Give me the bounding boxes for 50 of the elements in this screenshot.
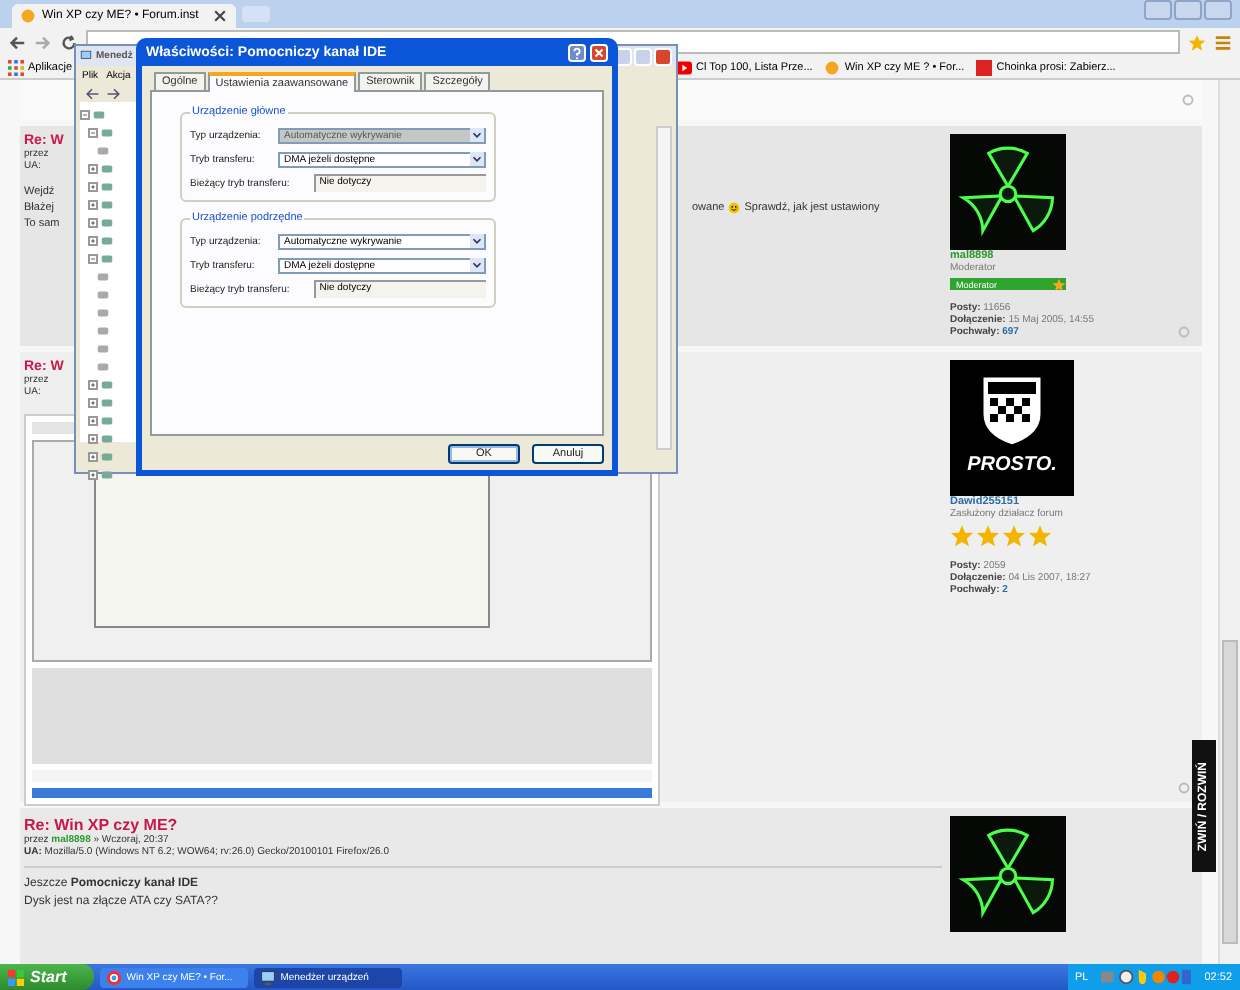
forward-icon[interactable] [106,85,122,101]
menu-icon[interactable] [1214,33,1232,51]
tree-toggle[interactable] [88,434,98,444]
tree-toggle[interactable] [88,380,98,390]
tree-toggle[interactable] [88,164,98,174]
windows-logo-icon [8,969,24,985]
tree-toggle[interactable] [80,110,90,120]
reload-icon[interactable] [60,33,78,51]
radiation-avatar-drawing [950,134,1066,250]
back-icon[interactable] [84,85,100,101]
gear-icon[interactable] [1178,782,1190,794]
sun-icon [824,59,841,75]
star-icon [976,524,1000,548]
scrollbar[interactable] [1218,80,1240,964]
tree-toggle[interactable] [88,452,98,462]
tree-toggle[interactable] [88,182,98,192]
tree-toggle[interactable] [88,416,98,426]
shield-avatar-drawing: PROSTO. [950,360,1074,496]
gear-icon[interactable] [1182,94,1194,106]
tree-toggle[interactable] [88,236,98,246]
scrollbar[interactable] [656,126,672,450]
star-icon [1002,524,1026,548]
close-icon[interactable] [212,8,228,24]
post-title[interactable]: Re: Win XP czy ME? [24,816,942,834]
back-icon[interactable] [8,33,26,51]
tree-toggle[interactable] [88,470,98,480]
tree-toggle[interactable] [88,254,98,264]
computer-icon [80,50,92,62]
caret-icon [470,258,484,272]
s-logo-icon [976,59,993,75]
computer-icon [260,969,277,985]
grid-icon [8,59,24,75]
caret-icon [470,234,484,248]
gear-icon[interactable] [1178,326,1190,338]
browser-icon [106,969,123,985]
sun-icon [20,8,36,24]
star-icon[interactable] [1188,33,1206,51]
caret-icon [470,152,484,166]
tree-toggle[interactable] [88,398,98,408]
tree-toggle[interactable] [88,218,98,228]
help-button[interactable] [568,43,586,61]
radiation-avatar-drawing [950,816,1066,932]
smiley-icon [728,202,741,214]
tray-icons-drawing [1096,968,1197,986]
star-icon [1028,524,1052,548]
maximize-button[interactable] [1174,0,1202,20]
tree-toggle[interactable] [88,200,98,210]
caret-icon [470,128,484,142]
star-icon [950,524,974,548]
tree-toggle[interactable] [88,128,98,138]
